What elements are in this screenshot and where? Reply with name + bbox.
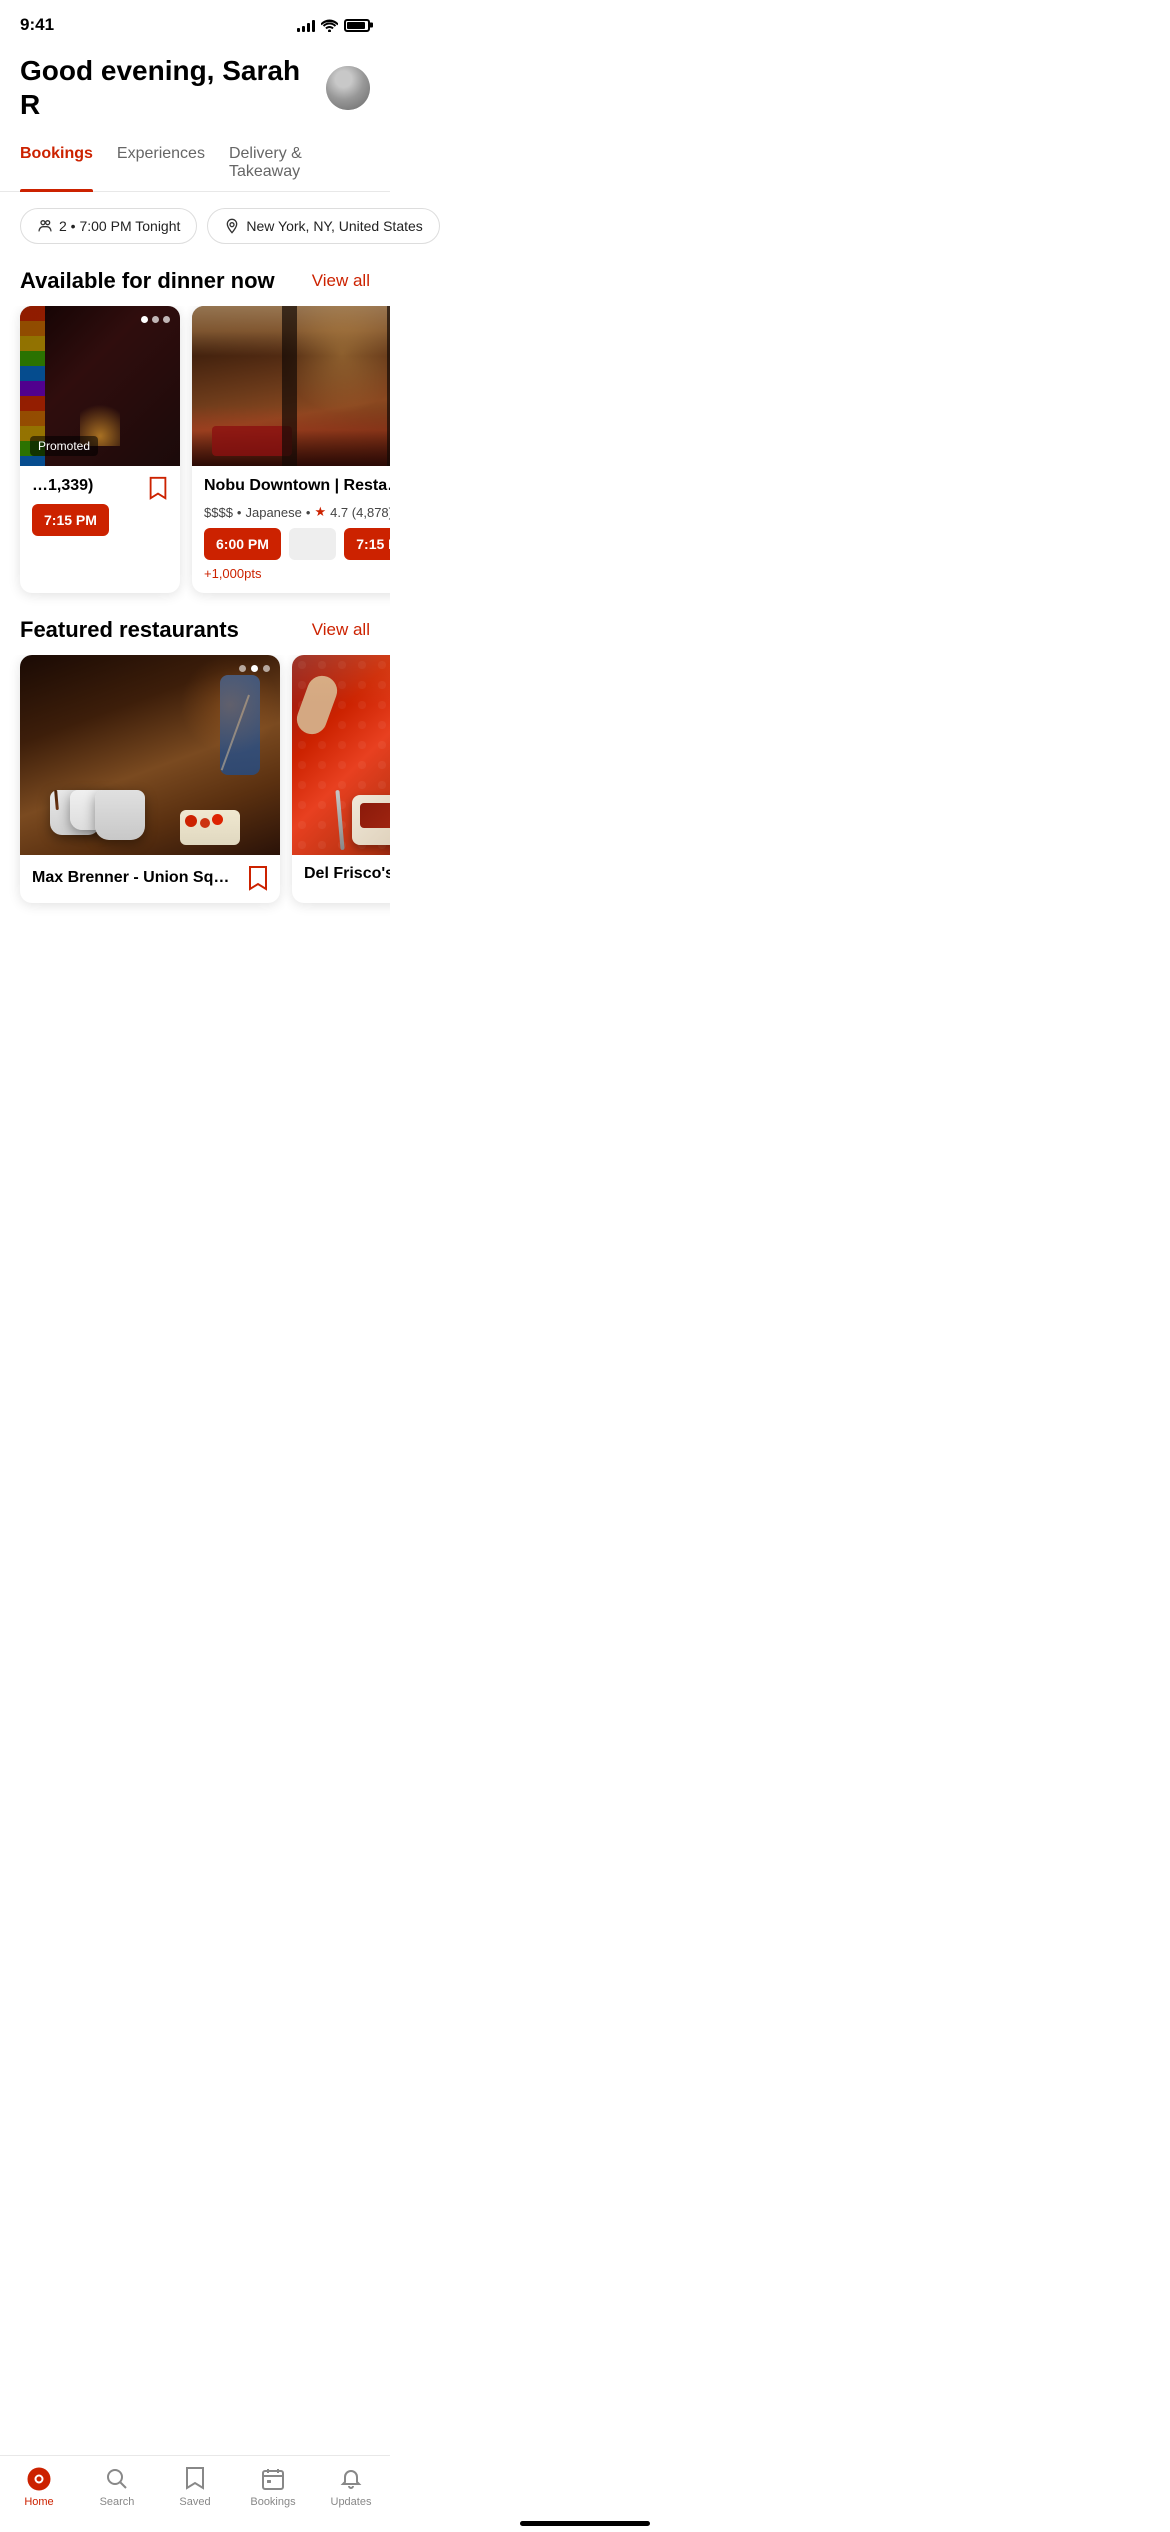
dinner-section-title: Available for dinner now	[20, 268, 275, 294]
restaurant-card[interactable]: Promoted …1,339) 7:15 PM	[20, 306, 180, 593]
home-icon	[26, 2466, 52, 2492]
nav-item-home[interactable]: Home	[0, 2466, 78, 2508]
signal-icon	[297, 19, 315, 32]
featured-view-all[interactable]: View all	[312, 620, 370, 640]
header: Good evening, Sarah R	[0, 44, 390, 137]
featured-card-max-brenner[interactable]: Max Brenner - Union Sq…	[20, 655, 280, 903]
saved-icon-container	[182, 2466, 208, 2492]
nobu-card-body: Nobu Downtown | Resta… $$$$ • Japanese •…	[192, 466, 390, 593]
status-time: 9:41	[20, 15, 54, 35]
promoted-badge: Promoted	[30, 436, 98, 456]
nav-item-updates[interactable]: Updates	[312, 2466, 390, 2508]
bottom-nav: Home Search Saved Booki	[0, 2455, 390, 2532]
card-review-count: …1,339)	[32, 476, 140, 495]
filter-guests-time[interactable]: 2 • 7:00 PM Tonight	[20, 208, 197, 244]
calendar-icon	[261, 2467, 285, 2491]
home-icon-container	[26, 2466, 52, 2492]
dinner-section-header: Available for dinner now View all	[0, 268, 390, 294]
bookmark-nav-icon	[184, 2466, 206, 2492]
battery-icon	[344, 19, 370, 32]
bookings-nav-label: Bookings	[250, 2496, 295, 2508]
card-image: Promoted	[20, 306, 180, 466]
wifi-icon	[321, 19, 338, 32]
nobu-card-name: Nobu Downtown | Resta…	[204, 476, 390, 495]
guests-icon	[37, 218, 53, 234]
featured-section: Featured restaurants View all	[0, 617, 390, 919]
nav-item-saved[interactable]: Saved	[156, 2466, 234, 2508]
nobu-time-715pm[interactable]: 7:15 PM	[344, 528, 390, 560]
search-icon	[105, 2467, 129, 2491]
nobu-time-ghost	[289, 528, 336, 560]
avatar[interactable]	[326, 66, 370, 110]
status-icons	[297, 19, 370, 32]
bell-icon	[339, 2467, 363, 2491]
greeting-text: Good evening, Sarah R	[20, 54, 326, 121]
tab-experiences[interactable]: Experiences	[117, 137, 205, 191]
saved-label: Saved	[179, 2496, 210, 2508]
filter-location[interactable]: New York, NY, United States	[207, 208, 439, 244]
filter-row: 2 • 7:00 PM Tonight New York, NY, United…	[0, 208, 390, 244]
max-brenner-name: Max Brenner - Union Sq…	[32, 869, 229, 887]
status-bar: 9:41	[0, 0, 390, 44]
featured-cards-scroll: Max Brenner - Union Sq…	[0, 655, 390, 919]
nobu-card-image	[192, 306, 390, 466]
card-image-dots	[141, 316, 170, 323]
home-indicator	[520, 2521, 650, 2526]
max-brenner-bookmark[interactable]	[248, 865, 268, 891]
nav-item-search[interactable]: Search	[78, 2466, 156, 2508]
updates-label: Updates	[331, 2496, 372, 2508]
dinner-cards-scroll: Promoted …1,339) 7:15 PM	[0, 306, 390, 609]
del-frisco-image	[292, 655, 390, 855]
featured-card-del-frisco[interactable]: Del Frisco's G	[292, 655, 390, 903]
del-frisco-name: Del Frisco's G	[304, 865, 390, 883]
search-icon-container	[104, 2466, 130, 2492]
del-frisco-card-body: Del Frisco's G	[292, 855, 390, 895]
nav-tabs: Bookings Experiences Delivery & Takeaway	[0, 137, 390, 192]
time-button[interactable]: 7:15 PM	[32, 504, 109, 536]
max-brenner-image	[20, 655, 280, 855]
updates-icon-container	[338, 2466, 364, 2492]
dinner-view-all[interactable]: View all	[312, 271, 370, 291]
nobu-points-label: +1,000pts	[204, 566, 390, 581]
max-brenner-card-body: Max Brenner - Union Sq…	[20, 855, 280, 903]
nav-item-bookings[interactable]: Bookings	[234, 2466, 312, 2508]
nobu-time-6pm[interactable]: 6:00 PM	[204, 528, 281, 560]
nobu-card-meta: $$$$ • Japanese • ★ 4.7 (4,878)	[204, 504, 390, 520]
tab-bookings[interactable]: Bookings	[20, 137, 93, 191]
search-label: Search	[100, 2496, 135, 2508]
tab-delivery[interactable]: Delivery & Takeaway	[229, 137, 370, 191]
bookings-icon-container	[260, 2466, 286, 2492]
bookmark-icon[interactable]	[148, 476, 168, 500]
restaurant-card-nobu[interactable]: Nobu Downtown | Resta… $$$$ • Japanese •…	[192, 306, 390, 593]
featured-section-title: Featured restaurants	[20, 617, 239, 643]
featured-section-header: Featured restaurants View all	[0, 617, 390, 643]
location-icon	[224, 218, 240, 234]
nobu-time-buttons: 6:00 PM 7:15 PM	[204, 528, 390, 560]
home-label: Home	[24, 2496, 53, 2508]
card-body: …1,339) 7:15 PM	[20, 466, 180, 548]
